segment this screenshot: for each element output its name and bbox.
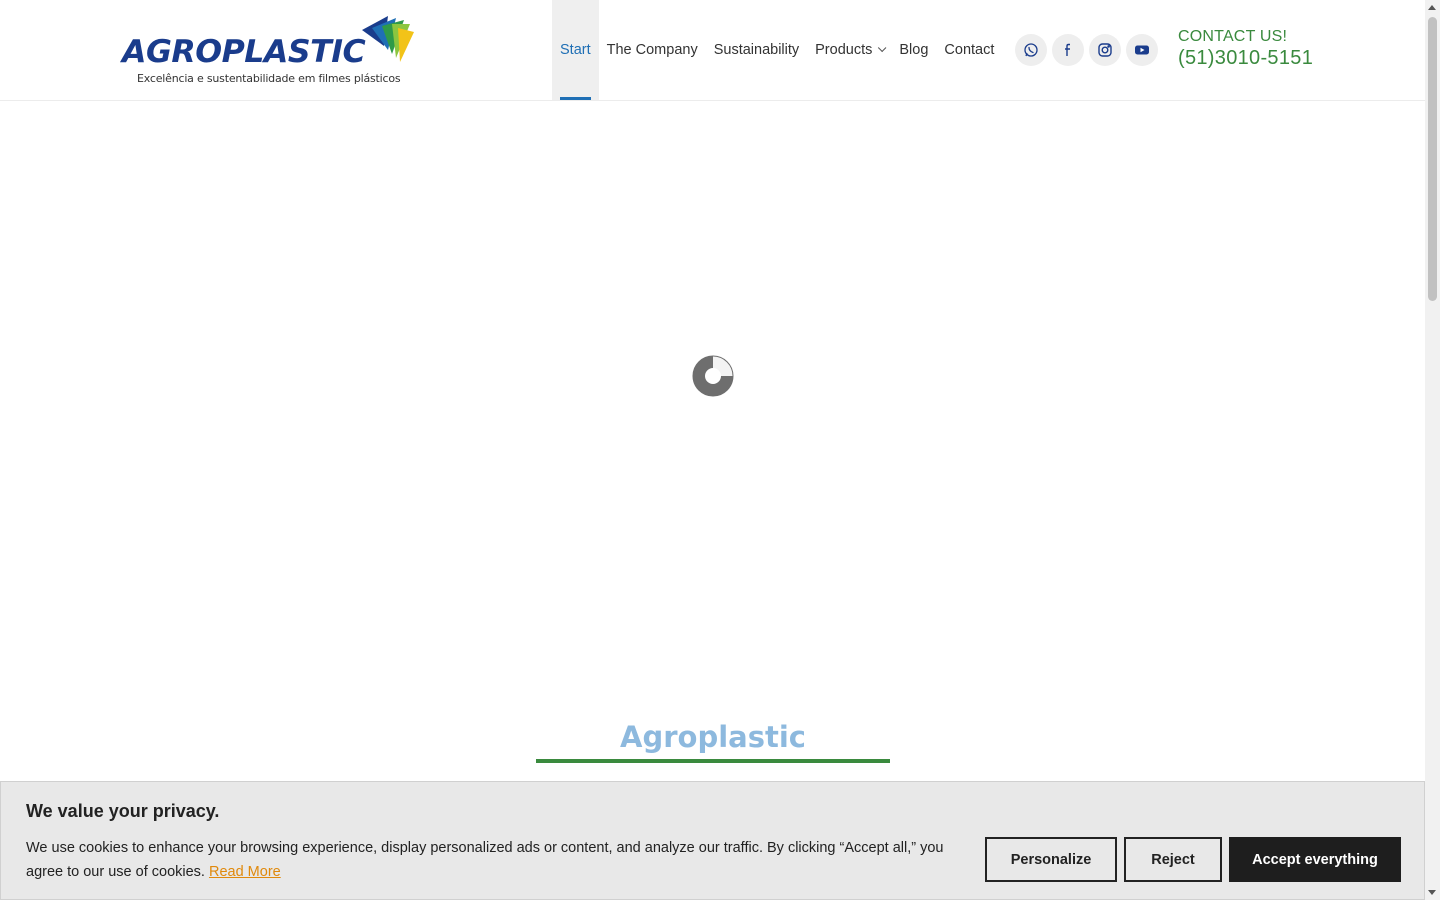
cookie-banner: We value your privacy. We use cookies to… — [0, 781, 1425, 900]
scroll-up-arrow-icon[interactable] — [1428, 5, 1436, 10]
cookie-title: We value your privacy. — [26, 801, 220, 821]
read-more-link[interactable]: Read More — [209, 864, 281, 880]
nav-item-sustainability[interactable]: Sustainability — [706, 0, 807, 100]
nav-label: Products — [815, 42, 873, 58]
scroll-down-arrow-icon[interactable] — [1428, 890, 1436, 895]
whatsapp-icon — [1024, 43, 1038, 57]
cookie-body: We use cookies to enhance your browsing … — [26, 840, 944, 880]
agroplastic-logo[interactable]: AGROPLASTIC Excelência e sustentabilidad… — [122, 16, 414, 88]
cookie-text: We use cookies to enhance your browsing … — [26, 836, 966, 884]
facebook-icon — [1065, 43, 1070, 56]
social-links — [1015, 34, 1158, 66]
facebook-link[interactable] — [1052, 34, 1084, 66]
main-nav: Start The Company Sustainability Product… — [552, 0, 1002, 100]
nav-label: The Company — [606, 42, 698, 58]
loading-spinner-icon — [692, 355, 734, 397]
youtube-link[interactable] — [1126, 34, 1158, 66]
logo-tagline: Excelência e sustentabilidade em filmes … — [137, 72, 401, 85]
vertical-scrollbar[interactable] — [1425, 0, 1440, 900]
personalize-button[interactable]: Personalize — [985, 837, 1117, 882]
nav-label: Start — [560, 42, 591, 58]
nav-label: Sustainability — [713, 42, 800, 58]
nav-label: Blog — [899, 42, 929, 58]
instagram-link[interactable] — [1089, 34, 1121, 66]
accept-everything-button[interactable]: Accept everything — [1229, 837, 1401, 882]
nav-item-the-company[interactable]: The Company — [599, 0, 706, 100]
chevron-down-icon — [878, 43, 887, 53]
whatsapp-link[interactable] — [1015, 34, 1047, 66]
logo-fan-icon — [362, 16, 414, 62]
reject-button[interactable]: Reject — [1124, 837, 1222, 882]
nav-item-contact[interactable]: Contact — [936, 0, 1002, 100]
section-title: Agroplastic — [620, 720, 806, 754]
section-title-underline — [536, 759, 890, 763]
nav-label: Contact — [944, 42, 995, 58]
nav-item-products[interactable]: Products — [807, 0, 891, 100]
scrollbar-thumb[interactable] — [1428, 17, 1437, 301]
youtube-icon — [1135, 45, 1149, 55]
logo-wordmark: AGROPLASTIC — [122, 34, 366, 70]
instagram-icon — [1098, 43, 1112, 57]
contact-block: CONTACT US! (51)3010-5151 — [1178, 28, 1313, 70]
contact-label: CONTACT US! — [1178, 28, 1288, 45]
nav-item-blog[interactable]: Blog — [891, 0, 936, 100]
contact-phone[interactable]: (51)3010-5151 — [1178, 47, 1313, 70]
nav-item-start[interactable]: Start — [552, 0, 599, 100]
site-header: AGROPLASTIC Excelência e sustentabilidad… — [0, 0, 1425, 101]
